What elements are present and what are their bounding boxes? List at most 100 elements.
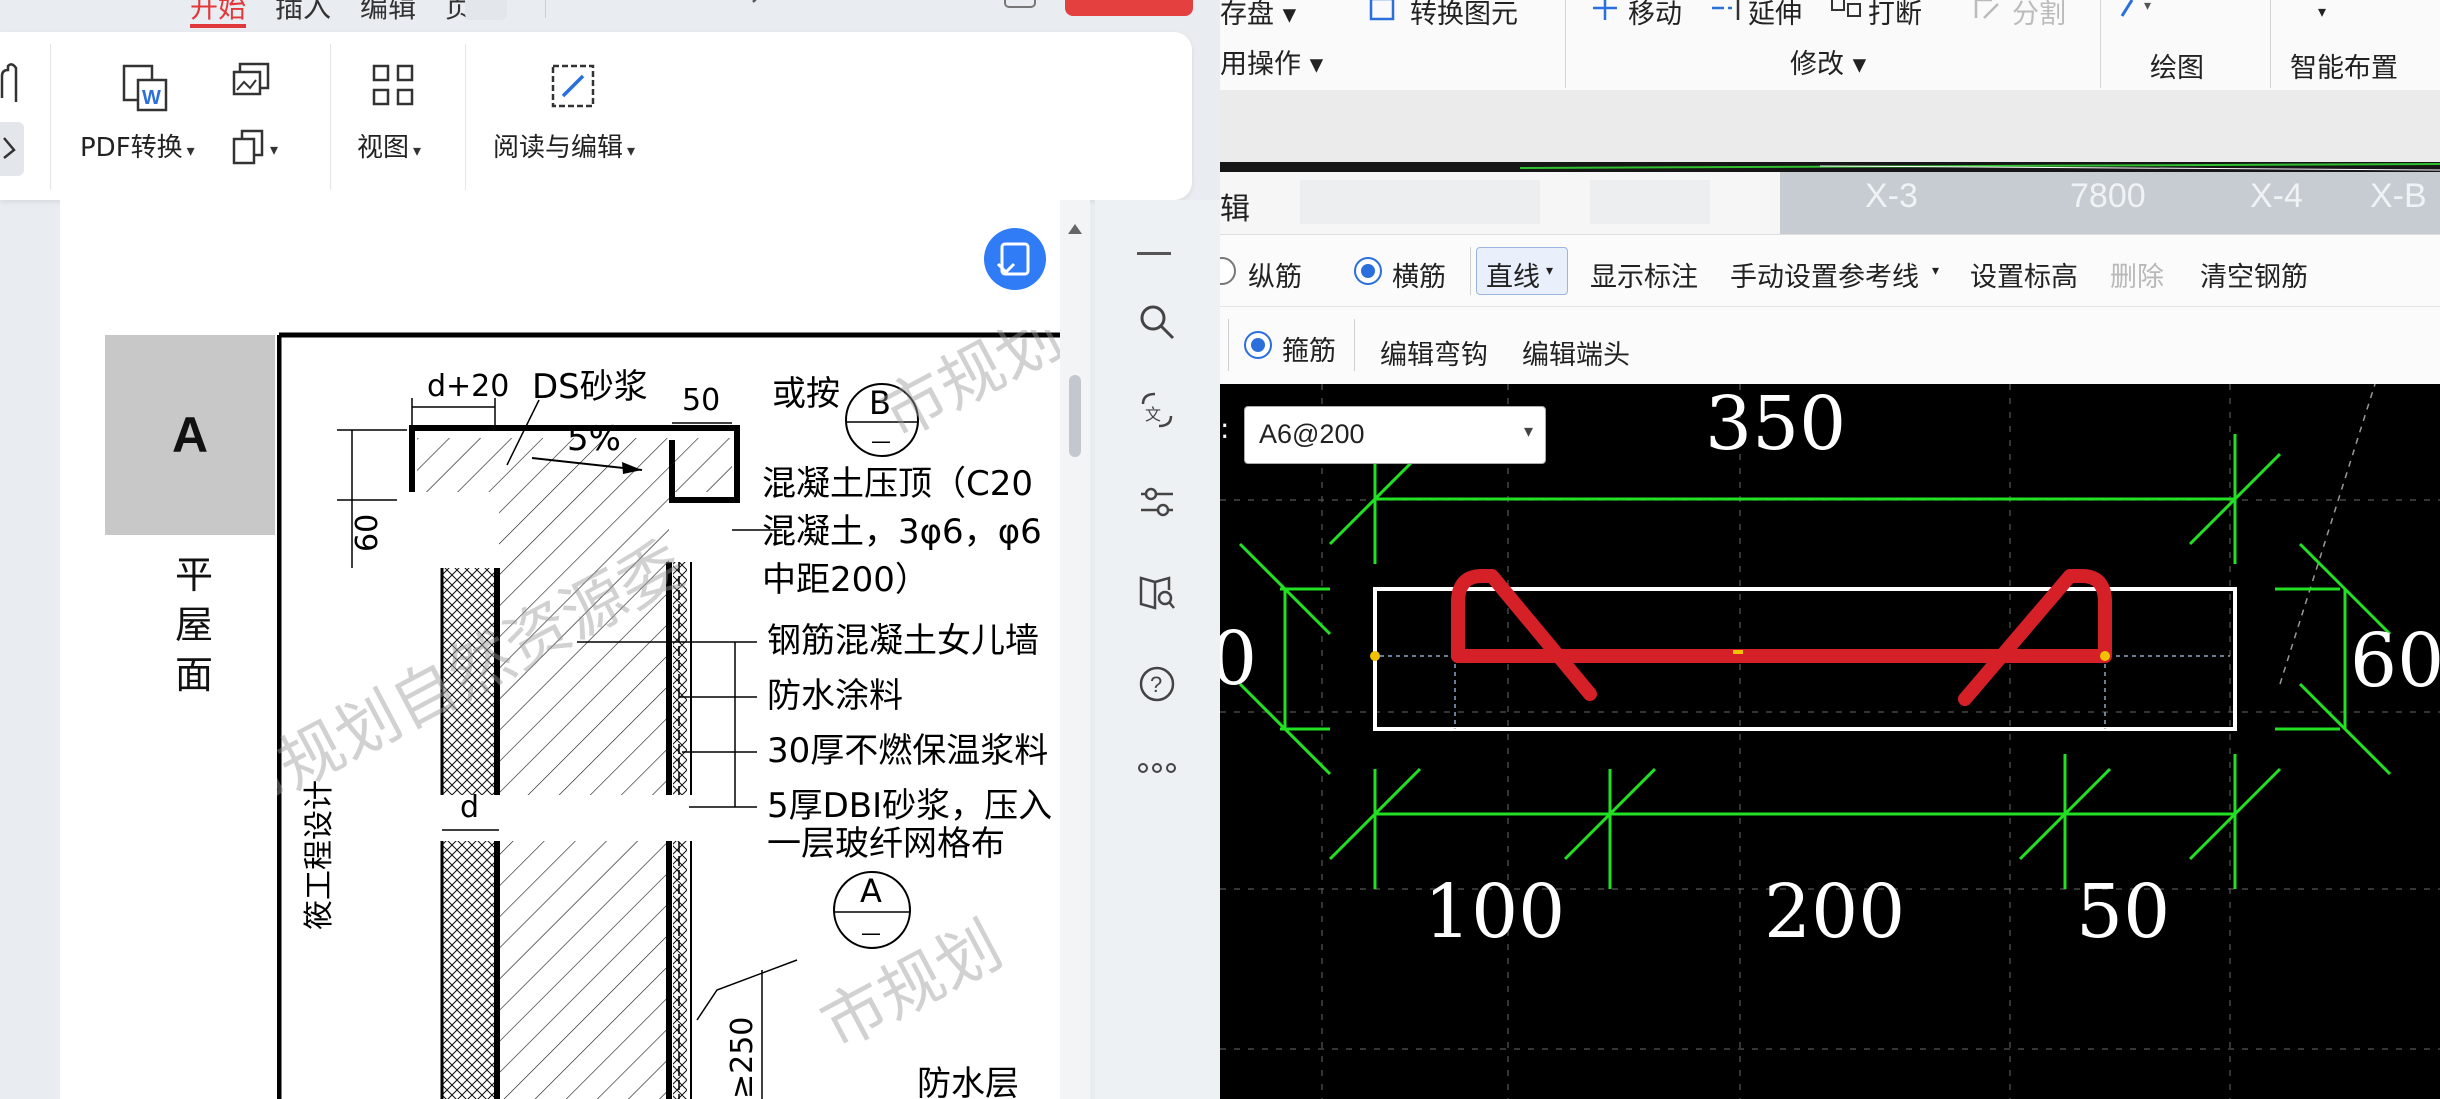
toolbar-separator xyxy=(1354,319,1355,371)
rebar-spec-select[interactable]: A6@200 ▾ xyxy=(1244,406,1546,464)
sliders-icon[interactable] xyxy=(1137,482,1177,522)
page-scrollbar[interactable] xyxy=(1060,200,1090,1099)
view-group: 视图 ▾ xyxy=(340,32,460,200)
note-waterproof-coating: 防水涂料 xyxy=(767,676,903,716)
grip-point[interactable] xyxy=(1370,651,1380,661)
manual-refline-button[interactable]: 手动设置参考线 xyxy=(1730,255,1919,294)
background-cad-lines xyxy=(1519,163,2440,171)
save-disk-button[interactable]: 存盘 ▾ xyxy=(1220,0,1296,31)
toolbar-separator xyxy=(1470,247,1471,295)
clear-rebar-button[interactable]: 清空钢筋 xyxy=(2200,255,2308,294)
pdf-convert-menu[interactable]: PDF转换 ▾ xyxy=(80,127,195,164)
ds-mortar-label: DS砂浆 xyxy=(532,367,648,407)
dim-bottom-label: 50 xyxy=(2076,869,2170,955)
stirrup-radio[interactable] xyxy=(1244,331,1272,359)
move-icon xyxy=(1593,0,1617,20)
note-insulation: 30厚不燃保温浆料 xyxy=(767,731,1048,771)
rebar-cad-window: 存盘 ▾ 用操作 ▾ 转换图元 移动 延伸 打断 分割 修改 ▾ ▾ 绘图 ▾ … xyxy=(1220,0,2440,1099)
section-name-char: 屋 xyxy=(174,603,213,647)
cad-canvas-strip xyxy=(1220,162,2440,172)
section-name-char: 平 xyxy=(174,553,213,597)
stirrup-bar-right[interactable] xyxy=(1451,569,2112,706)
chevron-down-icon[interactable]: ▾ xyxy=(1932,263,1939,279)
stirrup-label[interactable]: 箍筋 xyxy=(1282,329,1336,368)
note-coping-line2: 混凝土，3φ6，φ6 xyxy=(762,512,1042,552)
scrollbar-thumb[interactable] xyxy=(1069,375,1081,457)
line-mode-label: 直线 xyxy=(1486,262,1540,293)
edit-end-button[interactable]: 编辑端头 xyxy=(1522,333,1630,372)
tab-overflow-button[interactable] xyxy=(465,0,507,20)
more-icon[interactable] xyxy=(1137,760,1177,776)
move-button[interactable]: 移动 xyxy=(1628,0,1682,31)
tab-separator xyxy=(545,0,546,18)
draw-line-icon: ▾ xyxy=(2120,0,2151,17)
ribbon-separator xyxy=(330,44,331,190)
svg-text:W: W xyxy=(142,87,161,109)
extend-button[interactable]: 延伸 xyxy=(1748,0,1802,31)
edit-hook-button[interactable]: 编辑弯钩 xyxy=(1380,333,1488,372)
copy-convert-icon[interactable]: ▾ xyxy=(232,127,292,165)
bubble-a-sub: — xyxy=(861,921,881,945)
book-search-icon[interactable] xyxy=(1137,572,1177,612)
pdf-to-word-icon[interactable]: W xyxy=(120,62,170,114)
show-dims-button[interactable]: 显示标注 xyxy=(1590,255,1698,294)
convert-elements-button[interactable]: 转换图元 xyxy=(1410,0,1518,31)
pdf-tab-strip: 开始 插入 编辑 页 xyxy=(0,0,1220,30)
search-icon[interactable] xyxy=(1137,302,1177,342)
grip-point[interactable] xyxy=(2100,651,2110,661)
note-waterproof-layer: 防水层 xyxy=(917,1064,1019,1099)
rebar-drawing-canvas[interactable]: 350 0 60 100 200 50 xyxy=(1220,384,2440,1099)
read-edit-group: 阅读与编辑 ▾ xyxy=(475,32,675,200)
read-edit-label: 阅读与编辑 xyxy=(493,133,624,163)
section-name-char: 面 xyxy=(174,653,213,697)
longitudinal-radio[interactable] xyxy=(1220,257,1236,285)
chevron-down-icon: ▾ xyxy=(1523,421,1533,442)
delete-button[interactable]: 删除 xyxy=(2110,255,2164,294)
floating-convert-button[interactable] xyxy=(984,228,1046,290)
view-grid-icon[interactable] xyxy=(370,62,418,110)
tab-edit[interactable]: 编辑 xyxy=(360,0,416,26)
pdf-reader-window: 开始 插入 编辑 页 W PDF转换 ▾ ▾ 视图 ▾ 阅读与编辑 ▾ A 平 … xyxy=(0,0,1220,1099)
break-button[interactable]: 打断 xyxy=(1868,0,1922,31)
share-button[interactable] xyxy=(1065,0,1193,16)
hand-tool-icon[interactable] xyxy=(0,62,24,106)
image-convert-icon[interactable] xyxy=(232,62,272,100)
split-button[interactable]: 分割 xyxy=(2012,0,2066,31)
note-coping-line3: 中距200） xyxy=(762,560,929,600)
view-menu[interactable]: 视图 ▾ xyxy=(357,127,421,164)
minimize-icon[interactable] xyxy=(1137,252,1171,255)
read-edit-icon[interactable] xyxy=(547,60,599,112)
select-tool-button[interactable] xyxy=(0,122,24,176)
chevron-down-icon[interactable]: ▾ xyxy=(2318,2,2326,21)
help-icon[interactable]: ? xyxy=(1137,664,1177,704)
scroll-up-icon[interactable] xyxy=(1060,214,1090,244)
svg-text:文: 文 xyxy=(1145,405,1161,424)
transverse-radio[interactable] xyxy=(1354,257,1382,285)
rebar-toolbar-secondary: 箍筋 编辑弯钩 编辑端头 xyxy=(1220,306,2440,385)
transverse-label[interactable]: 横筋 xyxy=(1392,255,1446,294)
window-restore-icon[interactable] xyxy=(1004,0,1036,8)
translate-icon[interactable]: 文 xyxy=(1137,390,1177,430)
set-elevation-button[interactable]: 设置标高 xyxy=(1970,255,2078,294)
ghost-axis-label: X-4 xyxy=(2250,177,2303,215)
ghost-axis-label: X-3 xyxy=(1865,177,1918,215)
dim-top-label: 350 xyxy=(1705,384,1846,467)
svg-text:▾: ▾ xyxy=(270,140,278,159)
tab-insert[interactable]: 插入 xyxy=(275,0,331,26)
modify-menu[interactable]: 修改 ▾ xyxy=(1790,42,1866,81)
canvas-grid xyxy=(1220,384,2440,1099)
leader-a xyxy=(696,959,798,1021)
title-ghost-area xyxy=(1300,180,1540,224)
chevron-left-icon[interactable] xyxy=(745,0,769,12)
spec-colon: : xyxy=(1220,412,1230,445)
stirrup-bar-left[interactable] xyxy=(1451,569,1597,701)
tab-home[interactable]: 开始 xyxy=(190,0,247,28)
rebar-toolbar-primary: 纵筋 横筋 直线 ▾ 显示标注 手动设置参考线 ▾ 设置标高 删除 清空钢筋 xyxy=(1220,234,2440,307)
grip-point[interactable] xyxy=(1733,650,1743,654)
ghost-axis-label: X-B xyxy=(2370,177,2427,215)
longitudinal-label[interactable]: 纵筋 xyxy=(1248,255,1302,294)
svg-text:?: ? xyxy=(1150,672,1162,697)
pdf-ribbon: W PDF转换 ▾ ▾ 视图 ▾ 阅读与编辑 ▾ xyxy=(0,32,1192,200)
common-ops-menu[interactable]: 用操作 ▾ xyxy=(1220,42,1323,81)
read-edit-menu[interactable]: 阅读与编辑 ▾ xyxy=(493,127,635,164)
